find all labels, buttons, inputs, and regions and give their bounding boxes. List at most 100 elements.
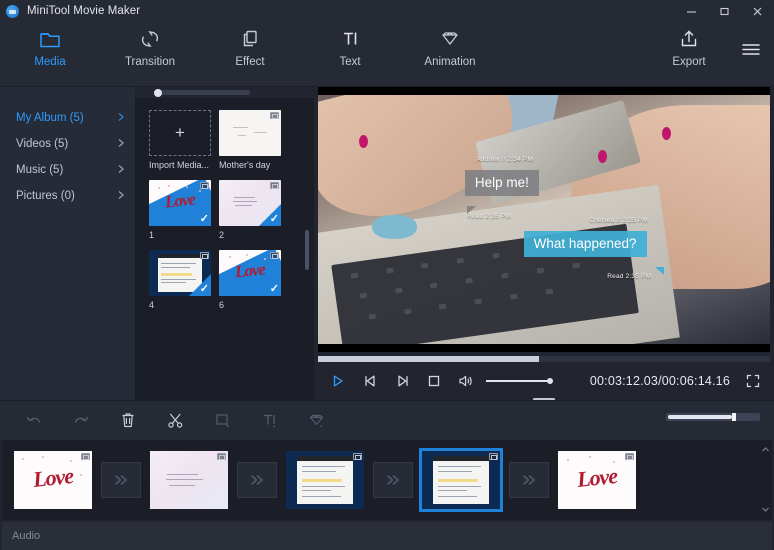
transition-arrows-icon[interactable]	[509, 462, 549, 498]
minimize-button[interactable]	[675, 0, 708, 22]
timeline-track[interactable]: Love Love	[2, 440, 772, 520]
nav-item-media[interactable]: Media	[0, 22, 100, 68]
timeline-clip-1[interactable]: Love	[14, 451, 92, 509]
redo-button[interactable]	[69, 409, 93, 433]
nav-label-animation: Animation	[424, 56, 476, 68]
player-controls: 00:03:12.03/00:06:14.16	[314, 362, 774, 401]
media-thumbnail[interactable]: ✓	[149, 250, 211, 296]
transition-icon	[138, 28, 162, 53]
media-thumbnail[interactable]: Love ✓	[149, 180, 211, 226]
export-icon	[677, 28, 701, 53]
nav-item-export[interactable]: Export	[650, 22, 728, 68]
title-bar: MiniTool Movie Maker	[0, 0, 774, 22]
zoom-slider-fill	[668, 415, 732, 419]
next-frame-button[interactable]	[386, 366, 418, 396]
video-stage[interactable]: Andrew // 2:34 PM Help me! Read 2:35 PM …	[318, 87, 770, 352]
timeline-clip-5[interactable]: Love	[558, 451, 636, 509]
fullscreen-icon[interactable]	[740, 366, 766, 396]
volume-button[interactable]	[450, 366, 482, 396]
volume-slider[interactable]	[486, 366, 553, 396]
scissors-icon[interactable]	[163, 409, 187, 433]
sidebar-item-pictures[interactable]: Pictures (0)	[0, 183, 135, 209]
sidebar-item-videos[interactable]: Videos (5)	[0, 131, 135, 157]
audio-track-label: Audio	[12, 530, 41, 542]
sidebar-item-music[interactable]: Music (5)	[0, 157, 135, 183]
import-media-tile[interactable]: +	[149, 110, 211, 156]
close-button[interactable]	[741, 0, 774, 22]
preview-panel: Andrew // 2:34 PM Help me! Read 2:35 PM …	[314, 87, 774, 401]
scrollbar-thumb[interactable]	[154, 88, 162, 97]
media-item[interactable]: ✓ 2	[219, 180, 281, 240]
upper-body: My Album (5) Videos (5) Music (5) Pictur…	[0, 87, 774, 401]
video-badge-icon	[270, 252, 279, 259]
check-icon: ✓	[269, 283, 279, 295]
timeline-scrollbar[interactable]	[760, 444, 770, 516]
window-title: MiniTool Movie Maker	[27, 5, 141, 17]
nav-item-text[interactable]: Text	[300, 22, 400, 68]
effect-icon	[238, 28, 262, 53]
main-navigation: Media Transition Effect Text Animation E…	[0, 22, 774, 87]
caret-up-icon[interactable]	[761, 444, 770, 456]
timeline-clip-3[interactable]	[286, 451, 364, 509]
check-icon: ✓	[199, 283, 209, 295]
media-vertical-scrollbar[interactable]	[305, 230, 309, 270]
media-item[interactable]: Love ✓ 1	[149, 180, 211, 240]
sidebar-label-my-album: My Album (5)	[16, 112, 84, 124]
timeline-clip-4[interactable]	[419, 448, 503, 512]
text-edit-icon[interactable]	[257, 409, 281, 433]
diamond-icon[interactable]	[304, 409, 328, 433]
volume-slider-track[interactable]	[486, 378, 553, 385]
zoom-slider-handle[interactable]	[732, 413, 736, 421]
sidebar-label-videos: Videos (5)	[16, 138, 69, 150]
media-thumbnail[interactable]: Love ✓	[219, 250, 281, 296]
transition-arrows-icon[interactable]	[101, 462, 141, 498]
video-badge-icon	[270, 182, 279, 189]
chevron-right-icon	[117, 164, 125, 177]
media-item[interactable]: ✓ 4	[149, 250, 211, 310]
video-badge-icon	[489, 453, 498, 460]
video-badge-icon	[81, 453, 90, 460]
timeline-zoom-slider[interactable]	[666, 413, 760, 421]
horizontal-scrollbar[interactable]	[154, 88, 250, 97]
undo-button[interactable]	[22, 409, 46, 433]
nav-item-animation[interactable]: Animation	[400, 22, 500, 68]
chevron-right-icon	[117, 190, 125, 203]
maximize-button[interactable]	[708, 0, 741, 22]
animation-icon	[438, 28, 462, 53]
nav-label-text: Text	[339, 56, 361, 68]
audio-track[interactable]: Audio	[2, 522, 772, 550]
media-caption: Import Media...	[149, 160, 210, 170]
video-badge-icon	[217, 453, 226, 460]
chevron-right-icon	[117, 112, 125, 125]
media-caption: 1	[149, 230, 155, 240]
caret-down-icon[interactable]	[761, 504, 770, 516]
overlay-meta-top-1: Andrew // 2:34 PM	[476, 155, 534, 163]
nav-item-effect[interactable]: Effect	[200, 22, 300, 68]
media-library-panel: + Import Media... Mother's day Love ✓ 1 …	[135, 87, 314, 400]
media-panel-header	[135, 87, 314, 98]
crop-icon[interactable]	[210, 409, 234, 433]
transition-arrows-icon[interactable]	[237, 462, 277, 498]
media-item[interactable]: Mother's day	[219, 110, 281, 170]
previous-frame-button[interactable]	[354, 366, 386, 396]
edit-toolbar	[0, 400, 774, 440]
video-badge-icon	[353, 453, 362, 460]
app-logo-icon	[6, 4, 19, 18]
preview-frame-image	[318, 95, 770, 344]
timeline-clip-2[interactable]	[150, 451, 228, 509]
nav-label-media: Media	[34, 56, 66, 68]
video-badge-icon	[200, 182, 209, 189]
transition-arrows-icon[interactable]	[373, 462, 413, 498]
media-thumbnail[interactable]: ✓	[219, 180, 281, 226]
media-thumbnail[interactable]	[219, 110, 281, 156]
play-button[interactable]	[322, 366, 354, 396]
sidebar-item-my-album[interactable]: My Album (5)	[0, 105, 135, 131]
nav-item-transition[interactable]: Transition	[100, 22, 200, 68]
media-item-import[interactable]: + Import Media...	[149, 110, 211, 170]
check-icon: ✓	[199, 213, 209, 225]
trash-icon[interactable]	[116, 409, 140, 433]
media-item[interactable]: Love ✓ 6	[219, 250, 281, 310]
stop-button[interactable]	[418, 366, 450, 396]
media-grid: + Import Media... Mother's day Love ✓ 1 …	[135, 98, 314, 400]
hamburger-icon[interactable]	[728, 22, 774, 76]
